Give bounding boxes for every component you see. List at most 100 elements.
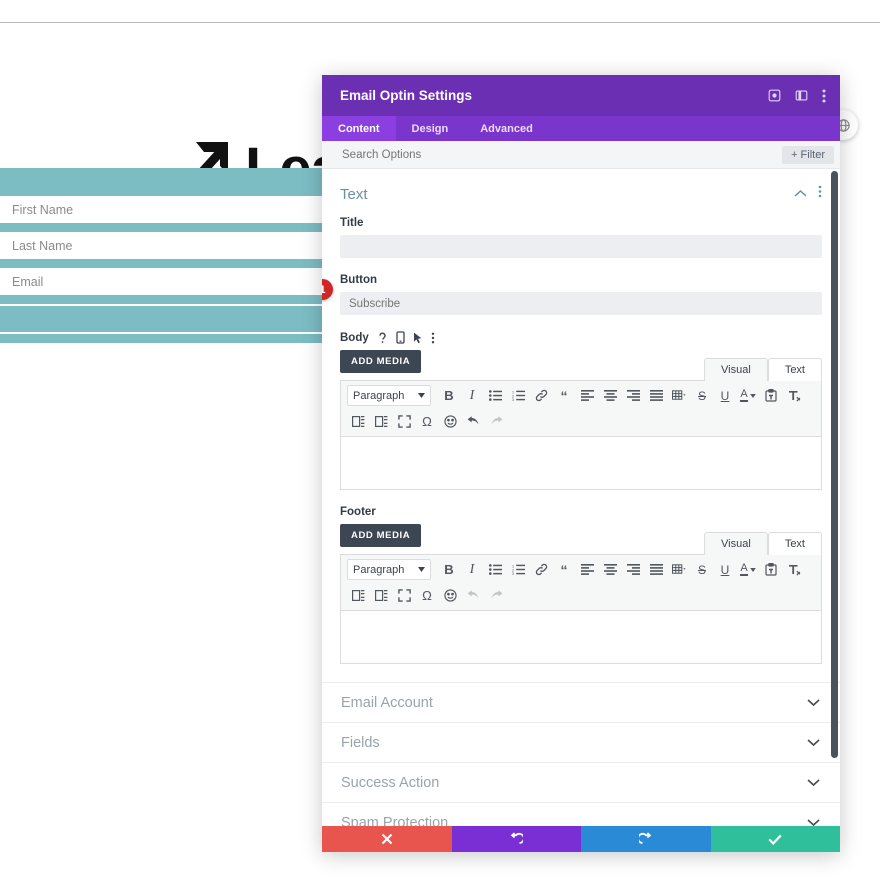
body-add-media-button[interactable]: ADD MEDIA bbox=[340, 350, 422, 373]
tab-design[interactable]: Design bbox=[396, 116, 465, 141]
italic-icon[interactable]: I bbox=[461, 559, 483, 580]
italic-icon[interactable]: I bbox=[461, 385, 483, 406]
outdent-icon[interactable] bbox=[347, 411, 369, 432]
body-editor-toolbar: Paragraph B I 123 “ S U A Ω bbox=[341, 381, 821, 437]
undo-icon bbox=[510, 832, 524, 844]
modal-header-icons bbox=[768, 89, 826, 103]
body-format-select[interactable]: Paragraph bbox=[347, 385, 431, 406]
section-email-account[interactable]: Email Account bbox=[322, 682, 840, 722]
special-character-icon[interactable]: Ω bbox=[416, 585, 438, 606]
align-right-icon[interactable] bbox=[622, 559, 644, 580]
modal-title: Email Optin Settings bbox=[340, 88, 473, 103]
blockquote-icon[interactable]: “ bbox=[553, 385, 575, 406]
top-divider bbox=[0, 22, 880, 23]
link-icon[interactable] bbox=[530, 559, 552, 580]
special-character-icon[interactable]: Ω bbox=[416, 411, 438, 432]
paste-as-text-icon[interactable] bbox=[760, 385, 782, 406]
indent-icon[interactable] bbox=[370, 585, 392, 606]
kebab-menu-icon[interactable] bbox=[818, 185, 822, 203]
kebab-menu-icon[interactable] bbox=[822, 89, 826, 103]
strikethrough-icon[interactable]: S bbox=[691, 385, 713, 406]
button-input[interactable] bbox=[340, 292, 822, 315]
redo-icon bbox=[485, 411, 507, 432]
align-left-icon[interactable] bbox=[576, 385, 598, 406]
bold-icon[interactable]: B bbox=[438, 559, 460, 580]
emoji-icon[interactable] bbox=[439, 585, 461, 606]
section-fields[interactable]: Fields bbox=[322, 722, 840, 762]
svg-text:3: 3 bbox=[512, 398, 514, 401]
redo-icon bbox=[638, 832, 652, 844]
save-button[interactable] bbox=[710, 826, 840, 852]
footer-add-media-button[interactable]: ADD MEDIA bbox=[340, 524, 422, 547]
align-right-icon[interactable] bbox=[622, 385, 644, 406]
search-input[interactable] bbox=[340, 147, 783, 162]
collapsed-sections: Email Account Fields Success Action Spam… bbox=[322, 682, 840, 826]
chevron-down-icon bbox=[807, 739, 820, 747]
align-center-icon[interactable] bbox=[599, 559, 621, 580]
undo-icon[interactable] bbox=[462, 411, 484, 432]
text-section-header[interactable]: Text bbox=[340, 185, 822, 203]
section-spam-protection[interactable]: Spam Protection bbox=[322, 802, 840, 826]
table-icon[interactable] bbox=[668, 385, 690, 406]
footer-field-label: Footer bbox=[340, 506, 376, 518]
bulleted-list-icon[interactable] bbox=[484, 385, 506, 406]
button-field-label: Button bbox=[340, 274, 378, 286]
fullscreen-icon[interactable] bbox=[393, 585, 415, 606]
footer-text-tab[interactable]: Text bbox=[767, 532, 822, 555]
text-section-title: Text bbox=[340, 185, 368, 203]
chevron-down-icon bbox=[807, 699, 820, 707]
section-success-action[interactable]: Success Action bbox=[322, 762, 840, 802]
link-icon[interactable] bbox=[530, 385, 552, 406]
redo-button[interactable] bbox=[581, 826, 711, 852]
target-icon[interactable] bbox=[768, 89, 781, 102]
footer-visual-tab[interactable]: Visual bbox=[704, 532, 768, 555]
table-icon[interactable] bbox=[668, 559, 690, 580]
align-justify-icon[interactable] bbox=[645, 385, 667, 406]
section-label: Success Action bbox=[341, 774, 440, 791]
bold-icon[interactable]: B bbox=[438, 385, 460, 406]
underline-icon[interactable]: U bbox=[714, 559, 736, 580]
body-visual-tab[interactable]: Visual bbox=[704, 358, 768, 381]
clear-formatting-icon[interactable] bbox=[783, 385, 805, 406]
tab-advanced[interactable]: Advanced bbox=[464, 116, 549, 141]
blockquote-icon[interactable]: “ bbox=[553, 559, 575, 580]
outdent-icon[interactable] bbox=[347, 585, 369, 606]
layout-panel-icon[interactable] bbox=[795, 89, 808, 102]
numbered-list-icon[interactable]: 123 bbox=[507, 385, 529, 406]
kebab-menu-icon[interactable] bbox=[431, 332, 435, 344]
chevron-up-icon[interactable] bbox=[794, 185, 807, 203]
filter-button[interactable]: + Filter bbox=[782, 145, 834, 164]
title-input[interactable] bbox=[340, 235, 822, 258]
align-justify-icon[interactable] bbox=[645, 559, 667, 580]
undo-button[interactable] bbox=[451, 826, 581, 852]
settings-scroll-area: 1 Text Title Button Subscribe Body ADD M… bbox=[322, 169, 840, 826]
underline-icon[interactable]: U bbox=[714, 385, 736, 406]
footer-format-select[interactable]: Paragraph bbox=[347, 559, 431, 580]
clear-formatting-icon[interactable] bbox=[783, 559, 805, 580]
cancel-button[interactable] bbox=[322, 826, 452, 852]
body-text-tab[interactable]: Text bbox=[767, 358, 822, 381]
title-field-group: Title bbox=[340, 217, 822, 258]
strikethrough-icon[interactable]: S bbox=[691, 559, 713, 580]
footer-editor-content[interactable] bbox=[341, 611, 821, 663]
question-mark-icon[interactable] bbox=[377, 332, 388, 344]
align-center-icon[interactable] bbox=[599, 385, 621, 406]
modal-footer bbox=[322, 826, 840, 852]
emoji-icon[interactable] bbox=[439, 411, 461, 432]
redo-icon bbox=[485, 585, 507, 606]
indent-icon[interactable] bbox=[370, 411, 392, 432]
cursor-icon[interactable] bbox=[413, 332, 423, 344]
modal-body: 1 Text Title Button Subscribe Body ADD M… bbox=[322, 169, 840, 826]
align-left-icon[interactable] bbox=[576, 559, 598, 580]
bulleted-list-icon[interactable] bbox=[484, 559, 506, 580]
text-color-icon[interactable]: A bbox=[737, 559, 759, 580]
paste-as-text-icon[interactable] bbox=[760, 559, 782, 580]
text-color-icon[interactable]: A bbox=[737, 385, 759, 406]
tab-content[interactable]: Content bbox=[322, 116, 396, 141]
check-icon bbox=[768, 834, 782, 845]
fullscreen-icon[interactable] bbox=[393, 411, 415, 432]
settings-scrollbar[interactable] bbox=[831, 171, 838, 758]
numbered-list-icon[interactable]: 123 bbox=[507, 559, 529, 580]
body-editor-content[interactable] bbox=[341, 437, 821, 489]
mobile-icon[interactable] bbox=[396, 331, 405, 344]
